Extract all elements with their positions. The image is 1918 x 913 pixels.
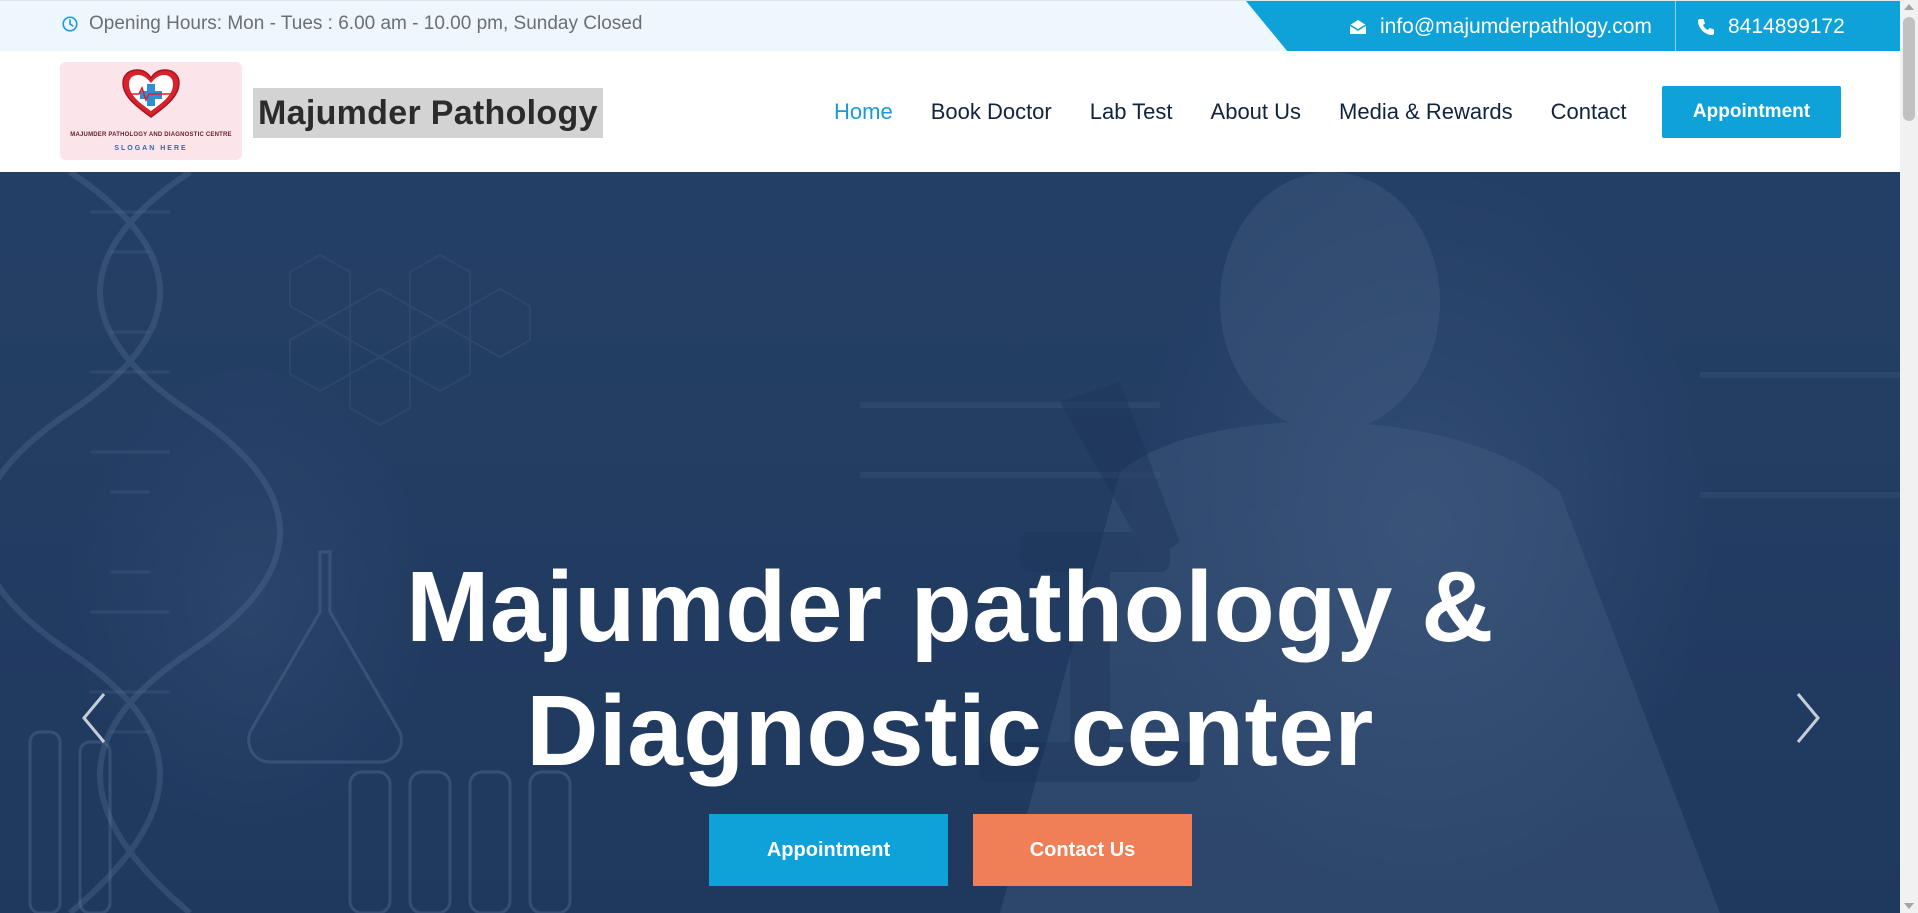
hero-appointment-button[interactable]: Appointment — [709, 814, 948, 886]
hero-overlay — [0, 172, 1900, 913]
logo-slogan: SLOGAN HERE — [114, 145, 188, 152]
nav-item-contact[interactable]: Contact — [1551, 99, 1627, 125]
phone-icon — [1698, 18, 1714, 35]
top-bar: Opening Hours: Mon - Tues : 6.00 am - 10… — [0, 0, 1900, 52]
scroll-up-arrow-icon[interactable] — [1904, 4, 1914, 10]
contact-divider — [1675, 1, 1676, 52]
email-text: info@majumderpathlogy.com — [1380, 14, 1652, 38]
opening-hours: Opening Hours: Mon - Tues : 6.00 am - 10… — [61, 13, 642, 35]
clock-icon — [62, 16, 78, 32]
scroll-down-arrow-icon[interactable] — [1904, 903, 1914, 909]
email-link[interactable]: info@majumderpathlogy.com — [1348, 1, 1652, 52]
phone-link[interactable]: 8414899172 — [1696, 1, 1845, 52]
nav-item-home[interactable]: Home — [834, 99, 893, 125]
main-navbar: MAJUMDER PATHOLOGY AND DIAGNOSTIC CENTRE… — [0, 51, 1900, 172]
hero-slider: Majumder pathology & Diagnostic center A… — [0, 172, 1900, 913]
scrollbar-thumb[interactable] — [1903, 17, 1915, 121]
nav-item-lab-test[interactable]: Lab Test — [1090, 99, 1173, 125]
hero-title-line-1: Majumder pathology & — [406, 551, 1494, 663]
envelope-icon — [1349, 19, 1367, 34]
nav-item-book-doctor[interactable]: Book Doctor — [931, 99, 1052, 125]
nav-appointment-button[interactable]: Appointment — [1662, 86, 1841, 138]
heart-logo-icon — [122, 69, 180, 118]
primary-nav: Home Book Doctor Lab Test About Us Media… — [834, 51, 1627, 172]
opening-hours-text: Opening Hours: Mon - Tues : 6.00 am - 10… — [89, 13, 643, 34]
logo-caption: MAJUMDER PATHOLOGY AND DIAGNOSTIC CENTRE — [70, 132, 232, 138]
site-logo[interactable]: MAJUMDER PATHOLOGY AND DIAGNOSTIC CENTRE… — [60, 62, 242, 160]
page-scrollbar[interactable] — [1900, 0, 1918, 913]
hero-title-line-2: Diagnostic center — [526, 675, 1374, 787]
chevron-left-icon[interactable] — [76, 688, 116, 748]
phone-text: 8414899172 — [1728, 14, 1845, 38]
nav-item-media-rewards[interactable]: Media & Rewards — [1339, 99, 1513, 125]
site-brand-name[interactable]: Majumder Pathology — [253, 88, 603, 138]
contact-strip: info@majumderpathlogy.com 8414899172 — [1246, 1, 1900, 52]
hero-contact-button[interactable]: Contact Us — [973, 814, 1192, 886]
hero-title: Majumder pathology & Diagnostic center — [0, 545, 1900, 793]
chevron-right-icon[interactable] — [1786, 688, 1826, 748]
nav-item-about-us[interactable]: About Us — [1211, 99, 1302, 125]
